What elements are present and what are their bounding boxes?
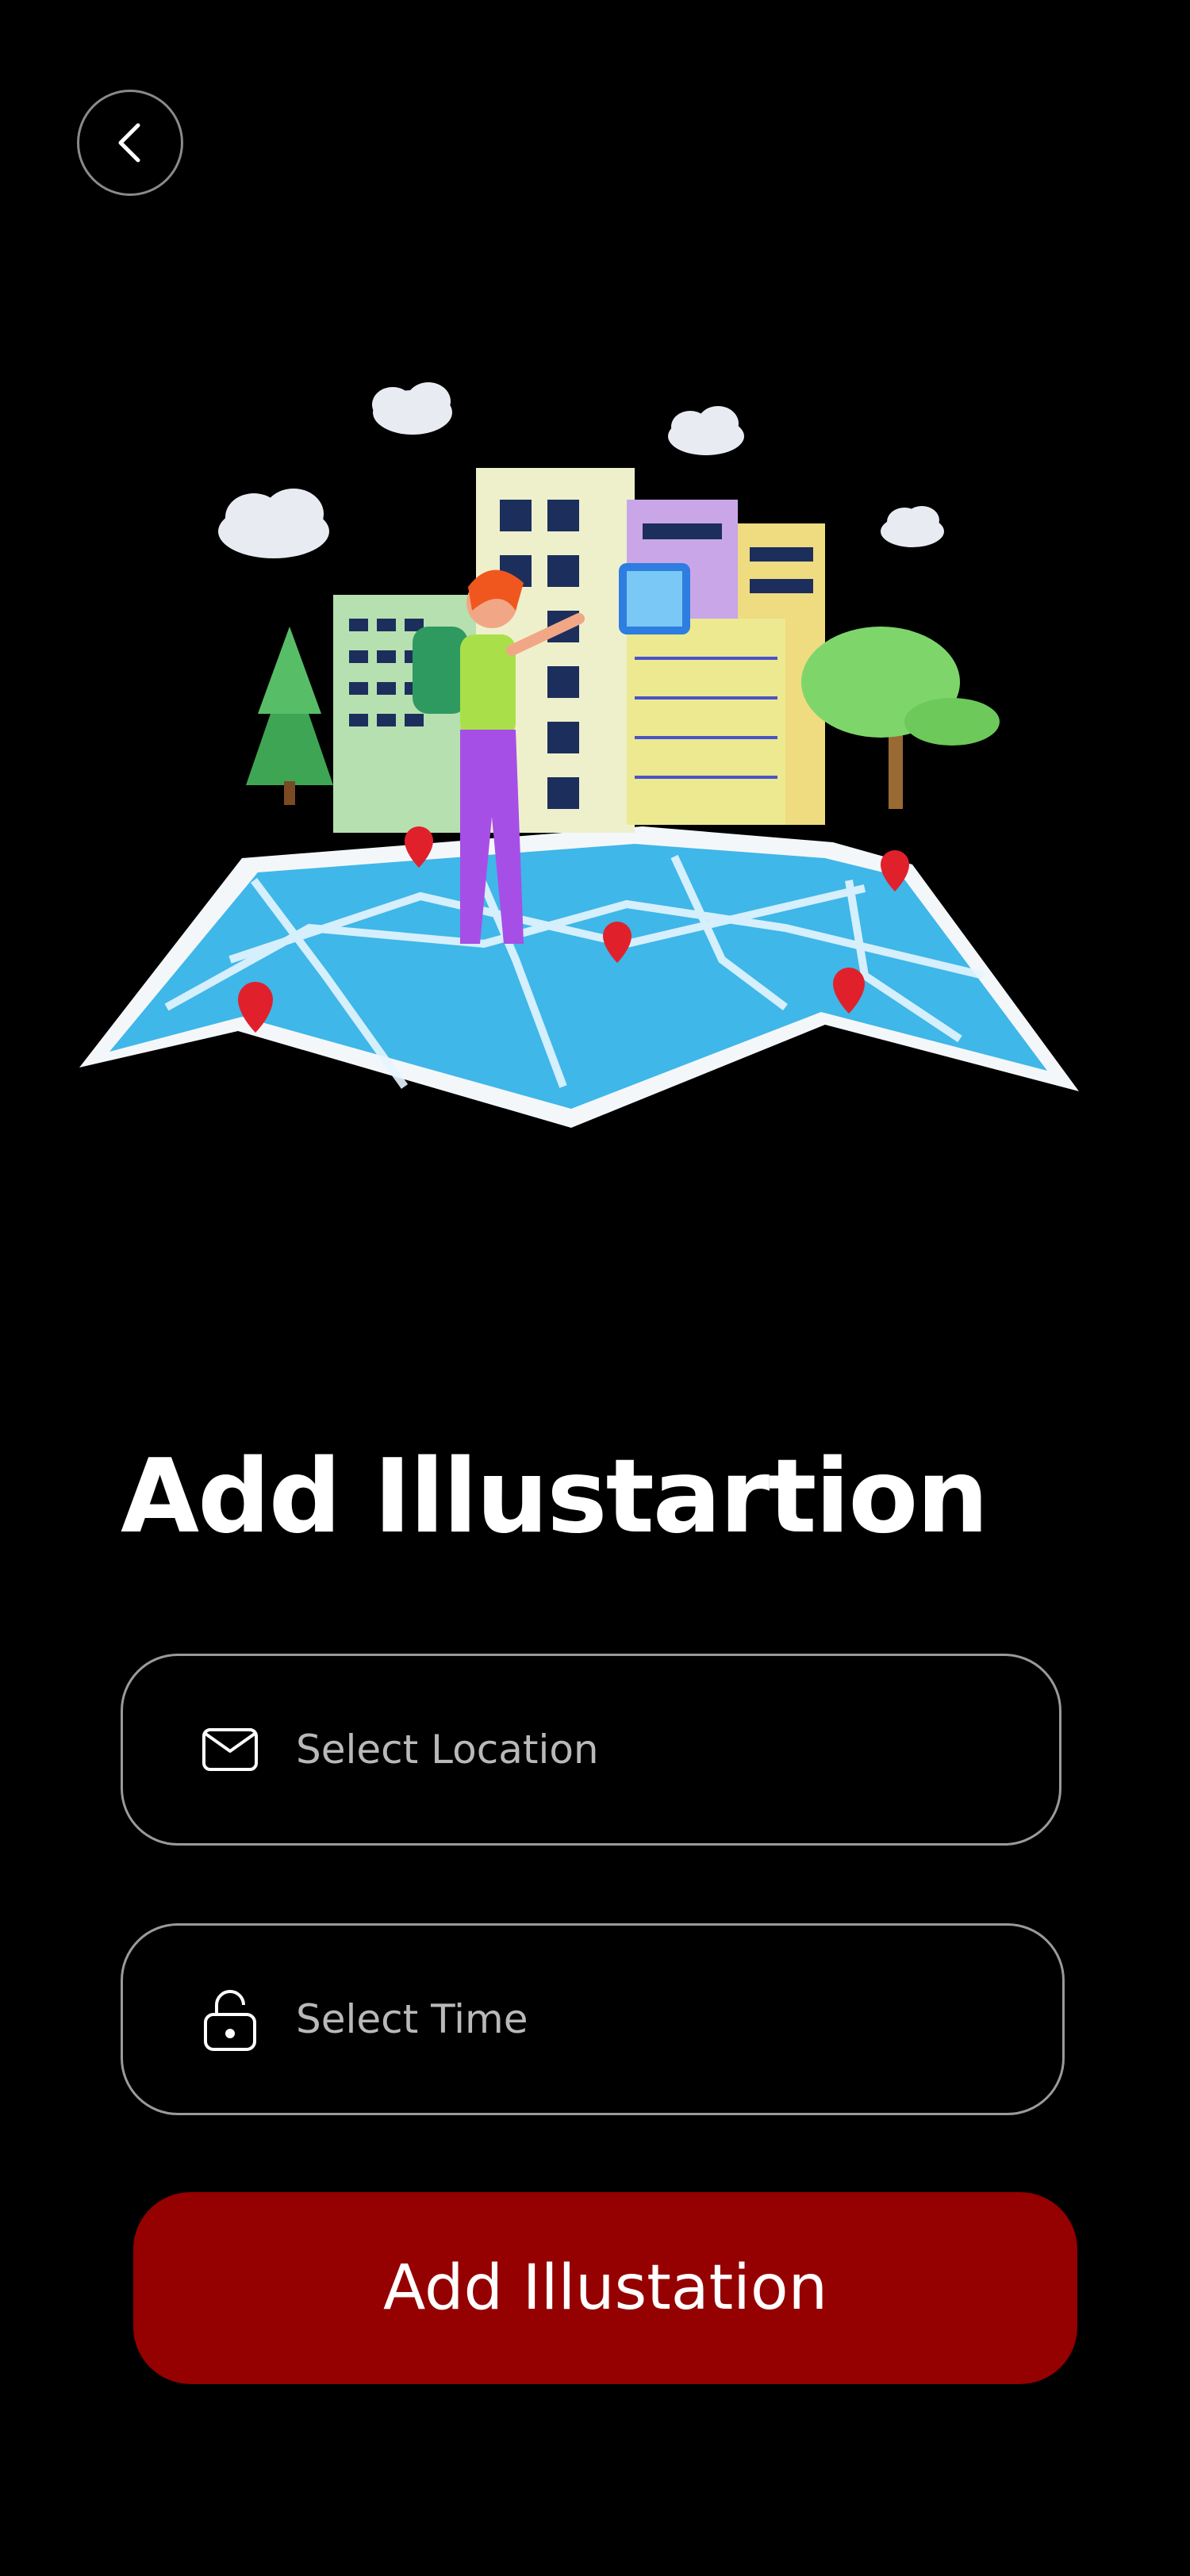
map-city-illustration [79,382,1079,1128]
lock-icon [201,1990,259,2051]
cloud-icon [372,382,452,435]
time-input[interactable] [294,1995,1031,2043]
chevron-left-icon [118,123,140,163]
page-title: Add Illustartion [121,1438,988,1556]
back-button[interactable] [77,90,183,196]
location-field[interactable] [121,1654,1061,1846]
time-field[interactable] [121,1923,1065,2115]
location-input[interactable] [294,1726,1027,1773]
add-illustration-button[interactable]: Add Illustation [133,2192,1077,2384]
envelope-icon [201,1720,259,1779]
